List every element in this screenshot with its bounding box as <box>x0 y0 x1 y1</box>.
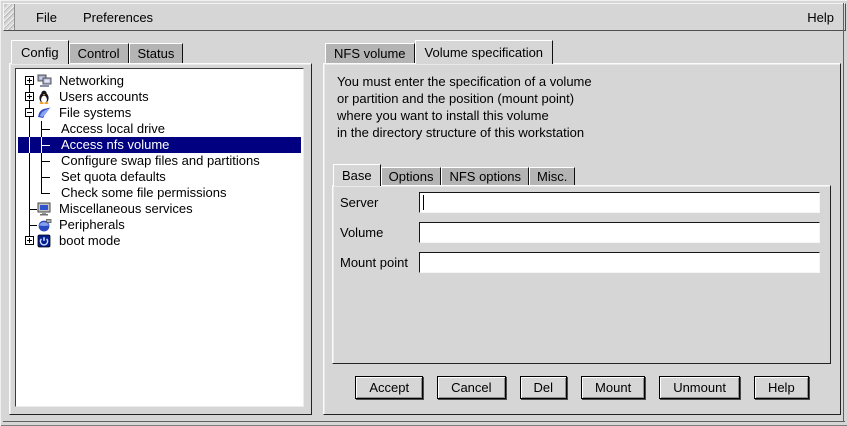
tab-nfs-options[interactable]: NFS options <box>441 167 529 185</box>
tree-line <box>29 185 30 201</box>
volume-field-row: Volume <box>340 222 820 244</box>
tree-item-label: Networking <box>59 73 124 89</box>
tab-options[interactable]: Options <box>381 167 442 185</box>
filesystem-icon <box>37 106 52 120</box>
network-icon <box>37 74 52 88</box>
window-frame-shadow <box>3 421 845 422</box>
description-line: in the directory structure of this works… <box>337 124 592 141</box>
volume-label: Volume <box>340 225 383 240</box>
tree-item-label: File systems <box>59 105 131 121</box>
tree-item-label: Configure swap files and partitions <box>61 153 260 169</box>
tree-line <box>29 153 30 169</box>
menu-help[interactable]: Help <box>794 10 845 25</box>
help-button[interactable]: Help <box>754 376 809 399</box>
tab-volume-specification[interactable]: Volume specification <box>415 40 554 64</box>
tree-item-check-file-permissions[interactable]: Check some file permissions <box>18 185 301 201</box>
tree-expander-plus-icon[interactable] <box>25 236 34 245</box>
tree-line <box>41 193 50 194</box>
form-tab-bar: Base Options NFS options Misc. <box>332 162 831 185</box>
base-tab-page: Server Volume Mount point <box>332 185 831 364</box>
tree-item-configure-swap[interactable]: Configure swap files and partitions <box>18 153 301 169</box>
mount-point-field-row: Mount point <box>340 252 820 274</box>
del-button[interactable]: Del <box>520 376 568 399</box>
tab-config[interactable]: Config <box>11 40 69 64</box>
menu-file[interactable]: File <box>25 10 70 25</box>
tree-line <box>41 185 42 193</box>
tree-item-set-quota-defaults[interactable]: Set quota defaults <box>18 169 301 185</box>
text-cursor <box>423 195 424 210</box>
tree-item-label: Access nfs volume <box>61 137 169 153</box>
mount-button[interactable]: Mount <box>581 376 645 399</box>
tree-item-label: Check some file permissions <box>61 185 226 201</box>
tree-item-label: Peripherals <box>59 217 125 233</box>
tree-item-boot-mode[interactable]: boot mode <box>18 233 301 249</box>
tab-control[interactable]: Control <box>69 43 129 63</box>
tree-item-label: boot mode <box>59 233 120 249</box>
tab-status[interactable]: Status <box>129 43 184 63</box>
tree-item-miscellaneous-services[interactable]: Miscellaneous services <box>18 201 301 217</box>
tree-line <box>29 169 30 185</box>
right-tab-bar: NFS volume Volume specification <box>323 37 841 63</box>
tree-expander-minus-icon[interactable] <box>25 108 34 117</box>
tree-line <box>29 137 30 153</box>
peripherals-icon <box>37 218 52 232</box>
cancel-button[interactable]: Cancel <box>437 376 505 399</box>
tab-nfs-volume[interactable]: NFS volume <box>325 43 415 63</box>
right-notebook: NFS volume Volume specification You must… <box>323 37 841 415</box>
tree-item-peripherals[interactable]: Peripherals <box>18 217 301 233</box>
server-field-row: Server <box>340 192 820 214</box>
left-notebook: Config Control Status Networking <box>9 37 312 415</box>
description-line: You must enter the specification of a vo… <box>337 73 592 90</box>
volume-input[interactable] <box>419 222 820 243</box>
tree-item-label: Set quota defaults <box>61 169 166 185</box>
tab-misc[interactable]: Misc. <box>529 167 575 185</box>
action-button-row: Accept Cancel Del Mount Unmount Help <box>324 376 840 399</box>
description-line: where you want to install this volume <box>337 107 592 124</box>
menu-preferences[interactable]: Preferences <box>70 10 166 25</box>
monitor-icon <box>37 202 52 216</box>
penguin-icon <box>37 90 52 104</box>
config-tab-page: Networking Users accounts File systems <box>9 63 312 415</box>
tree-item-users-accounts[interactable]: Users accounts <box>18 89 301 105</box>
tree-line <box>30 225 37 226</box>
tree-line <box>41 129 50 130</box>
tree-expander-plus-icon[interactable] <box>25 76 34 85</box>
tree-expander-plus-icon[interactable] <box>25 92 34 101</box>
mount-point-label: Mount point <box>340 255 408 270</box>
volume-specification-page: You must enter the specification of a vo… <box>323 63 841 415</box>
window-frame-shadow <box>843 3 844 422</box>
tree-line <box>41 145 50 146</box>
tree-item-label: Access local drive <box>61 121 165 137</box>
accept-button[interactable]: Accept <box>355 376 423 399</box>
description-line: or partition and the position (mount poi… <box>337 90 592 107</box>
server-input[interactable] <box>419 192 820 213</box>
tree-line <box>41 161 50 162</box>
tree-line <box>30 209 37 210</box>
tree-item-label: Miscellaneous services <box>59 201 193 217</box>
config-tree: Networking Users accounts File systems <box>15 68 304 407</box>
tab-base[interactable]: Base <box>333 164 381 186</box>
linuxconf-window: File Preferences Help Config Control Sta… <box>0 0 847 426</box>
mount-point-input[interactable] <box>419 252 820 273</box>
tree-line <box>29 121 30 137</box>
tree-item-label: Users accounts <box>59 89 149 105</box>
tree-item-access-local-drive[interactable]: Access local drive <box>18 121 301 137</box>
server-label: Server <box>340 195 378 210</box>
volume-form-notebook: Base Options NFS options Misc. Server <box>332 162 831 364</box>
tree-item-networking[interactable]: Networking <box>18 73 301 89</box>
unmount-button[interactable]: Unmount <box>659 376 740 399</box>
page-description: You must enter the specification of a vo… <box>337 73 592 141</box>
menu-bar: File Preferences Help <box>3 3 846 31</box>
tree-item-file-systems[interactable]: File systems <box>18 105 301 121</box>
left-tab-bar: Config Control Status <box>9 37 312 63</box>
tree-item-access-nfs-volume[interactable]: Access nfs volume <box>18 137 301 153</box>
power-icon <box>37 234 52 248</box>
menubar-grip-handle[interactable] <box>4 4 15 30</box>
tree-line <box>41 177 50 178</box>
